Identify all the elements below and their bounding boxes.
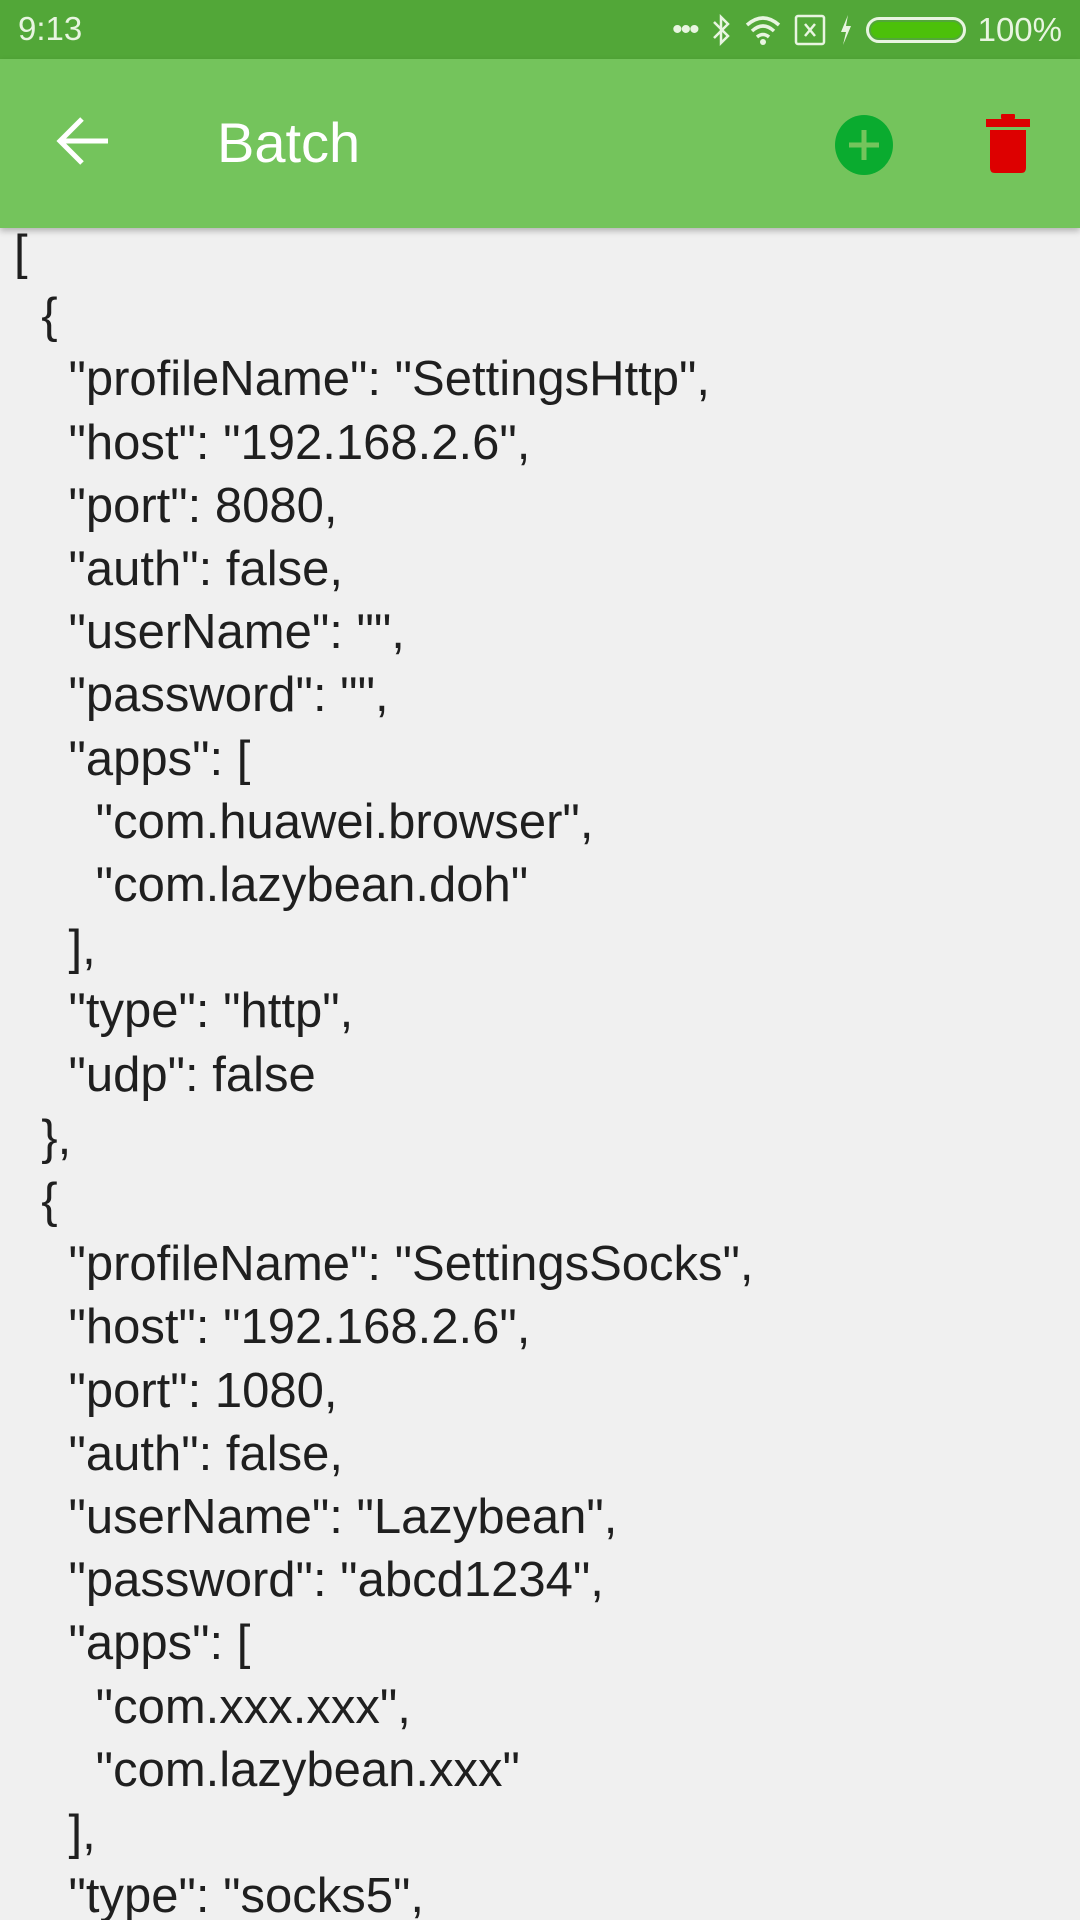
more-dots-icon: ••• — [672, 13, 699, 46]
json-line: "udp": false — [14, 1047, 316, 1102]
json-line: "com.huawei.browser", — [14, 794, 594, 849]
json-line: "port": 1080, — [14, 1363, 338, 1418]
add-button[interactable] — [834, 114, 894, 176]
status-bar: 9:13 ••• 100% — [0, 0, 1080, 59]
page-title: Batch — [217, 111, 361, 174]
json-line: "auth": false, — [14, 1426, 343, 1481]
trash-icon — [986, 114, 1030, 173]
json-editor[interactable]: [ { "profileName": "SettingsHttp", "host… — [0, 228, 1080, 1920]
json-line: ], — [14, 921, 96, 976]
json-line: "port": 8080, — [14, 478, 338, 533]
battery-percent: 100% — [977, 11, 1062, 48]
charging-icon — [840, 15, 851, 45]
arrow-left-icon — [56, 117, 108, 165]
json-line: "host": "192.168.2.6", — [14, 1300, 531, 1355]
battery-icon — [865, 17, 966, 43]
app-bar: Batch — [0, 59, 1080, 228]
json-line: [ — [14, 228, 28, 280]
json-line: "userName": "", — [14, 605, 405, 660]
delete-button[interactable] — [986, 114, 1030, 174]
bluetooth-icon — [712, 13, 730, 47]
json-line: "type": "http", — [14, 984, 354, 1039]
json-line: "type": "socks5", — [14, 1869, 424, 1920]
status-icons: ••• 100% — [672, 8, 1062, 52]
json-line: "apps": [ — [14, 731, 251, 786]
json-line: }, — [14, 1110, 72, 1165]
status-time: 9:13 — [18, 10, 83, 47]
json-line: ], — [14, 1806, 96, 1860]
json-line: "auth": false, — [14, 542, 343, 596]
json-line: "com.lazybean.xxx" — [14, 1742, 520, 1797]
plus-circle-icon — [835, 115, 893, 175]
json-line: "password": "", — [14, 668, 389, 723]
json-line: "userName": "Lazybean", — [14, 1490, 618, 1544]
sim-off-icon — [794, 14, 825, 46]
json-line: "host": "192.168.2.6", — [14, 415, 531, 470]
json-line: "com.xxx.xxx", — [14, 1679, 411, 1734]
json-line: "profileName": "SettingsHttp", — [14, 352, 710, 407]
json-line: "password": "abcd1234", — [14, 1553, 604, 1608]
wifi-icon — [745, 16, 780, 45]
json-line: { — [14, 1174, 58, 1228]
json-line: "apps": [ — [14, 1616, 251, 1671]
json-line: { — [14, 289, 58, 344]
back-button[interactable] — [52, 111, 112, 171]
json-line: "com.lazybean.doh" — [14, 858, 529, 912]
json-line: "profileName": "SettingsSocks", — [14, 1237, 754, 1292]
